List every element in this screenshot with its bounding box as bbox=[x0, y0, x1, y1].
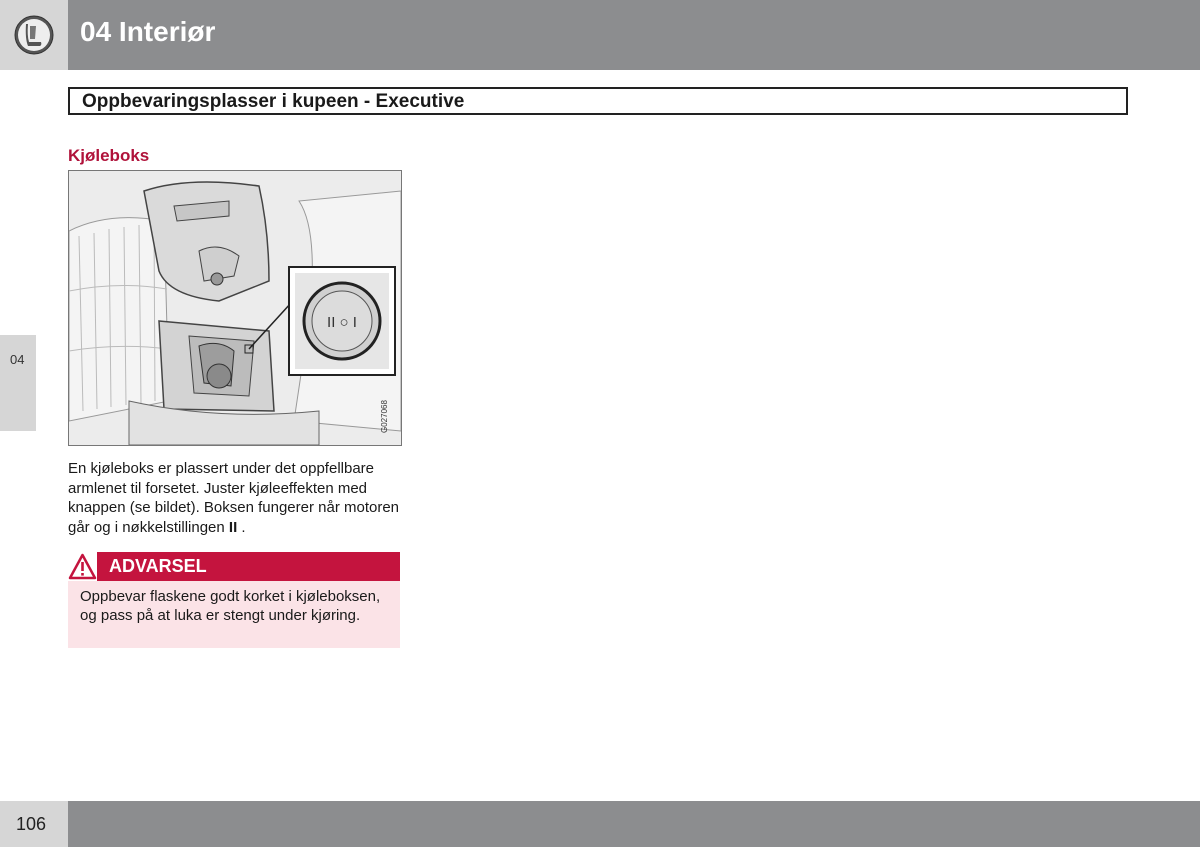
warning-triangle-icon bbox=[68, 552, 97, 581]
chapter-header-bar bbox=[68, 0, 1200, 70]
key-position: II bbox=[228, 518, 238, 536]
image-code: G027068 bbox=[380, 400, 389, 433]
button-symbols: II ○ I bbox=[327, 314, 357, 331]
warning-text: Oppbevar flaskene godt korket i kjølebok… bbox=[68, 581, 400, 648]
chapter-side-tab-label: 04 bbox=[10, 352, 25, 367]
subsection-heading: Kjøleboks bbox=[68, 146, 150, 165]
body-paragraph: En kjøleboks er plassert under det oppfe… bbox=[68, 459, 402, 537]
page-number-block: 106 bbox=[0, 801, 68, 847]
chapter-side-tab: 04 bbox=[0, 335, 36, 431]
cooler-box-illustration: II ○ I G027068 bbox=[68, 170, 402, 446]
illustration-drawing: II ○ I G027068 bbox=[69, 171, 401, 445]
warning-header: ADVARSEL bbox=[68, 552, 400, 581]
chapter-title: 04 Interiør bbox=[80, 16, 216, 47]
section-title: Oppbevaringsplasser i kupeen - Executive bbox=[68, 87, 1128, 115]
page-number: 106 bbox=[16, 814, 47, 834]
warning-title: ADVARSEL bbox=[109, 556, 207, 576]
seat-icon bbox=[14, 15, 54, 55]
chapter-icon-block bbox=[0, 0, 68, 70]
footer-bar bbox=[68, 801, 1200, 847]
body-end: . bbox=[237, 518, 246, 536]
